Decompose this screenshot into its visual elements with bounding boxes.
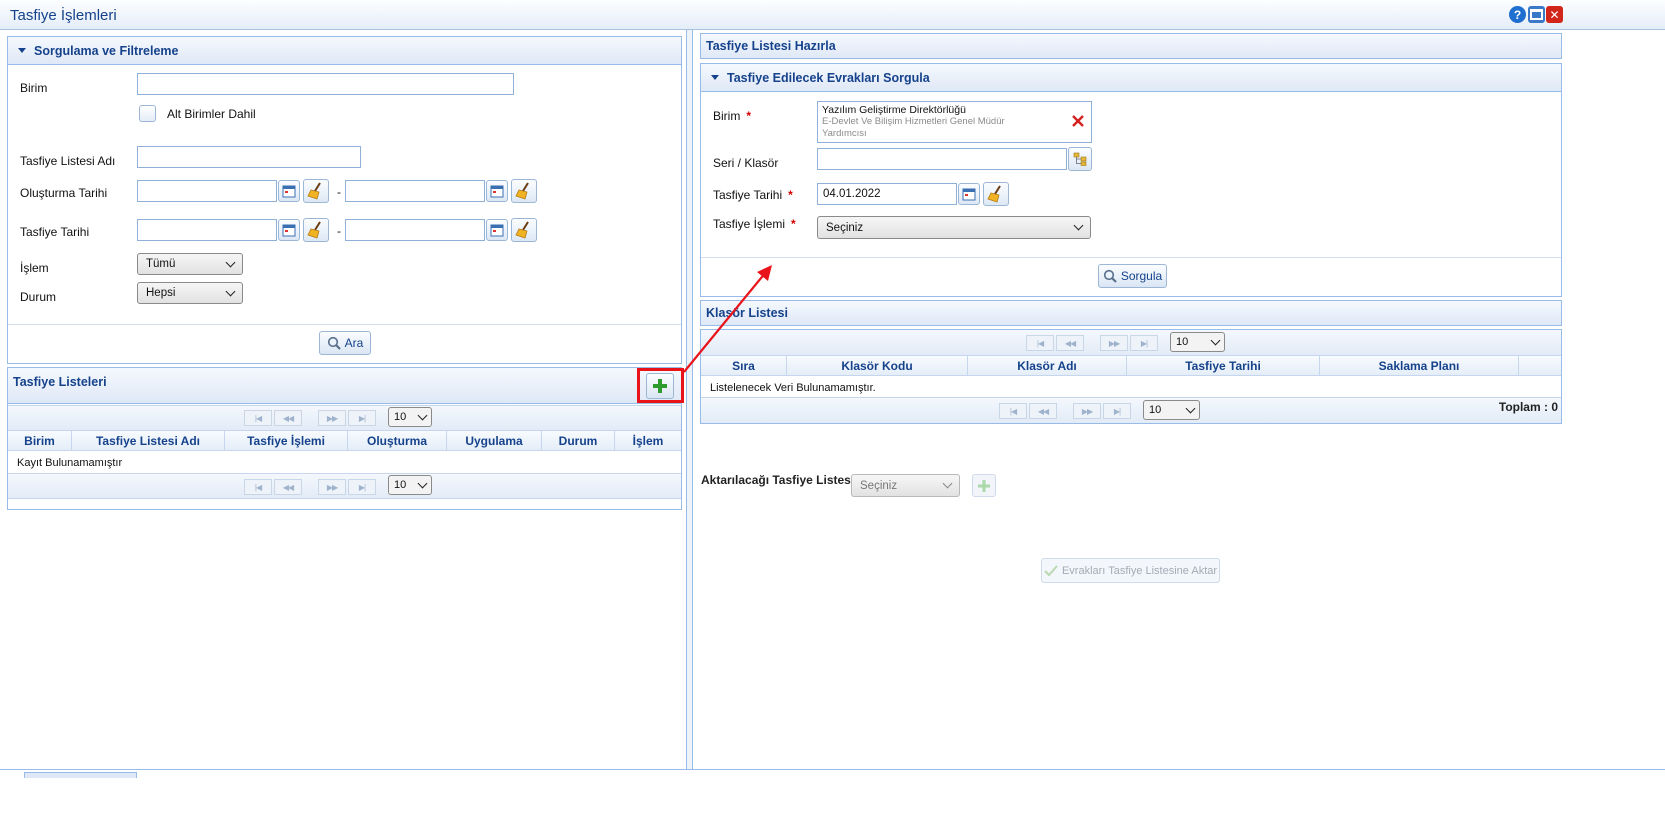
- annotation-arrow: [683, 265, 772, 373]
